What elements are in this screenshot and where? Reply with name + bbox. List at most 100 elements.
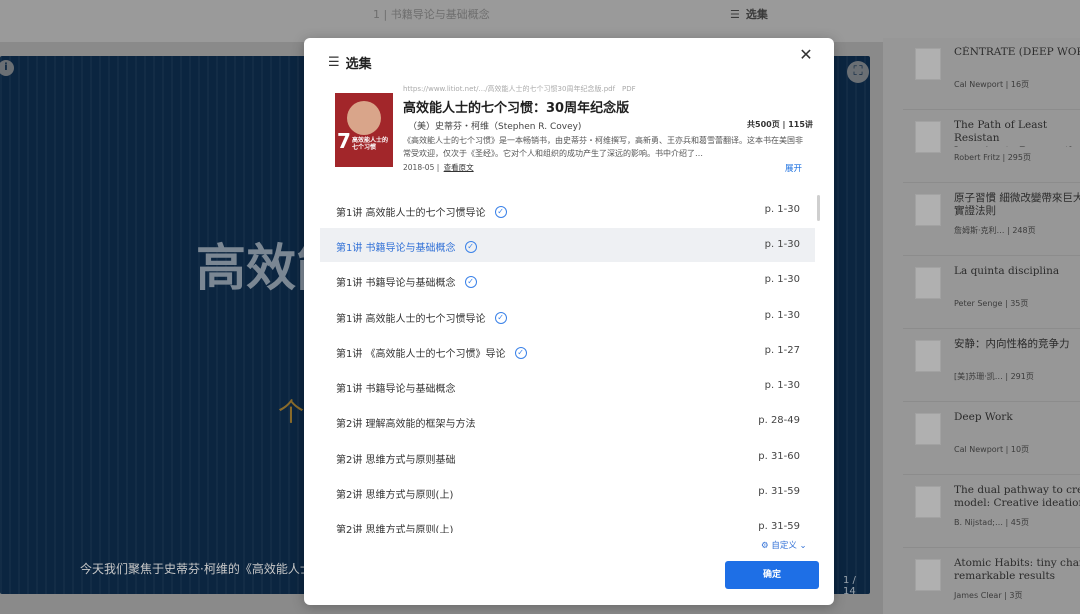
cover-title: 高效能人士的 七个习惯 [352,137,389,151]
book-meta: 詹姆斯·克利… | 248页 [954,226,1036,235]
fullscreen-icon[interactable]: ⛶ [847,61,869,83]
list-item[interactable]: The Path of Least Resistan Learning to B… [903,111,1080,183]
book-thumbnail [915,340,941,372]
book-meta: James Clear | 3页 [954,591,1023,600]
chapter-pages: p. 1-30 [764,380,800,391]
chapter-label: 第2讲 思维方式与原则(上) [336,490,454,501]
check-circle-icon: ✓ [464,240,477,253]
scrollbar[interactable] [817,195,820,221]
list-icon: ☰ [328,54,340,70]
chapter-label: 第1讲 书籍导论与基础概念 [336,384,456,395]
dialog-title: 选集 [345,56,372,72]
chapter-row[interactable]: 第2讲 思维方式与原则基础 p. 31-60 [320,440,815,474]
chapter-pages: p. 1-27 [764,345,800,356]
book-author: （美）史蒂芬・柯维（Stephen R. Covey) [408,122,582,132]
book-thumbnail [915,194,941,226]
current-chapter-title: 1 | 书籍导论与基础概念 [373,8,490,21]
chapter-row[interactable]: 第1讲 书籍导论与基础概念 p. 1-30 [320,369,815,403]
book-title: 安静：内向性格的竞争力 [954,338,1070,350]
chapter-pages: p. 1-30 [764,239,800,250]
list-item[interactable]: 安静：内向性格的竞争力 [美]苏珊·凯… | 291页 [903,330,1080,402]
chapter-row[interactable]: 第1讲 《高效能人士的七个习惯》导论 ✓ p. 1-27 [320,334,815,368]
check-circle-icon: ✓ [494,205,507,218]
chapter-pages: p. 1-30 [764,310,800,321]
book-meta: [美]苏珊·凯… | 291页 [954,372,1034,381]
chapter-label: 第2讲 思维方式与原则基础 [336,455,456,466]
book-title: Deep Work [954,411,1013,423]
chapter-label: 第1讲 书籍导论与基础概念 [336,278,456,289]
chapter-row[interactable]: 第1讲 书籍导论与基础概念 ✓ p. 1-30 [320,263,815,297]
chapter-row[interactable]: 第2讲 思维方式与原则(上) p. 31-59 [320,475,815,509]
chapter-label: 第2讲 思维方式与原则(上) [336,525,454,533]
chapter-label: 第2讲 理解高效能的框架与方法 [336,419,476,430]
list-item[interactable]: The dual pathway to crea model: Creative… [903,476,1080,548]
slide-subtitle: 个 [278,398,305,428]
chapter-pages: p. 31-59 [758,486,800,497]
book-description: 《高效能人士的七个习惯》是一本畅销书，由史蒂芬・柯维撰写，高新勇、王亦兵和葛雪蕾… [403,136,803,158]
confirm-button[interactable]: 确定 [725,561,819,589]
chapter-label: 第1讲 《高效能人士的七个习惯》导论 [336,349,506,360]
top-bar: 1 | 书籍导论与基础概念 ☰ 选集 [0,0,1080,42]
related-books-list: CÉNTRATE (DEEP WORK Cal Newport | 16页 The… [883,38,1080,614]
book-stats: 共500页 | 115讲 [747,120,813,129]
book-cover: 7 高效能人士的 七个习惯 [335,93,393,167]
chapter-select-dialog: ☰ 选集 ✕ 7 高效能人士的 七个习惯 https://www.litiot.… [304,38,834,605]
list-item[interactable]: 原子習慣 細微改變帶來巨大 實證法則詹姆斯·克利… | 248页 [903,184,1080,256]
book-thumbnail [915,559,941,591]
custom-dropdown[interactable]: ⚙ 自定义 ⌄ [761,539,807,551]
chapter-row[interactable]: 第2讲 理解高效能的框架与方法 p. 28-49 [320,404,815,438]
book-thumbnail [915,486,941,518]
book-thumbnail [915,48,941,80]
check-circle-icon: ✓ [514,346,527,359]
expand-description-link[interactable]: 展开 [785,162,802,174]
chevron-down-icon: ⌄ [799,541,807,551]
book-source-url: https://www.litiot.net/.../高效能人士的七个习惯30周… [403,84,636,94]
book-thumbnail [915,121,941,153]
info-icon[interactable]: i [0,60,14,76]
file-type-badge: PDF [622,85,636,93]
list-icon: ☰ [730,8,740,21]
book-thumbnail [915,413,941,445]
book-meta: 2018-05 | 查看原文 [403,162,474,173]
gear-icon: ⚙ [761,541,769,551]
chapter-row-active[interactable]: 第1讲 书籍导论与基础概念 ✓ p. 1-30 [320,228,815,262]
publish-date: 2018-05 | [403,163,440,172]
cover-numeral: 7 [337,129,351,153]
chapter-pages: p. 31-59 [758,521,800,532]
chapter-label: 第1讲 高效能人士的七个习惯导论 [336,314,486,325]
select-label: 选集 [745,8,768,21]
select-chapter-button[interactable]: ☰ 选集 [730,6,768,22]
chapter-row[interactable]: 第1讲 高效能人士的七个习惯导论 ✓ p. 1-30 [320,193,815,227]
book-thumbnail [915,267,941,299]
list-item[interactable]: La quinta disciplina Peter Senge | 35页 [903,257,1080,329]
close-icon[interactable]: ✕ [798,46,814,64]
chapter-label: 第1讲 高效能人士的七个习惯导论 [336,208,486,219]
check-circle-icon: ✓ [464,275,477,288]
chapter-row[interactable]: 第2讲 思维方式与原则(上) p. 31-59 [320,510,815,533]
check-circle-icon: ✓ [494,311,507,324]
chapter-pages: p. 1-30 [764,204,800,215]
list-item[interactable]: Atomic Habits: tiny chang remarkable res… [903,549,1080,614]
slide-page-indicator: 1 / 14 [843,575,856,594]
chapter-row[interactable]: 第1讲 高效能人士的七个习惯导论 ✓ p. 1-30 [320,299,815,333]
book-title: 原子習慣 細微改變帶來巨大 實證法則 [954,192,1080,217]
book-title: 高效能人士的七个习惯：30周年纪念版 [403,101,630,116]
chapter-pages: p. 31-60 [758,451,800,462]
author-photo [347,101,381,135]
list-item[interactable]: CÉNTRATE (DEEP WORK Cal Newport | 16页 [903,38,1080,110]
book-url[interactable]: https://www.litiot.net/.../高效能人士的七个习惯30周… [403,85,615,93]
book-meta: Robert Fritz | 295页 [954,153,1031,162]
custom-label: 自定义 [771,541,797,551]
book-title: The dual pathway to crea model: Creative… [954,484,1080,512]
list-item[interactable]: Deep Work Cal Newport | 10页 [903,403,1080,475]
book-meta: Peter Senge | 35页 [954,299,1029,308]
dialog-header: ☰ 选集 [328,46,372,78]
book-title: La quinta disciplina [954,265,1060,277]
view-original-link[interactable]: 查看原文 [444,163,474,172]
chapter-pages: p. 28-49 [758,415,800,426]
subtitle-caption: 今天我们聚焦于史蒂芬·柯维的《高效能人士 [80,562,312,576]
book-meta: Cal Newport | 16页 [954,80,1030,89]
book-title: Atomic Habits: tiny chang remarkable res… [954,557,1080,582]
chapter-list: 第1讲 高效能人士的七个习惯导论 ✓ p. 1-30 第1讲 书籍导论与基础概念 ✓… [320,193,816,533]
book-title: The Path of Least Resistan Learning to B… [954,119,1080,147]
